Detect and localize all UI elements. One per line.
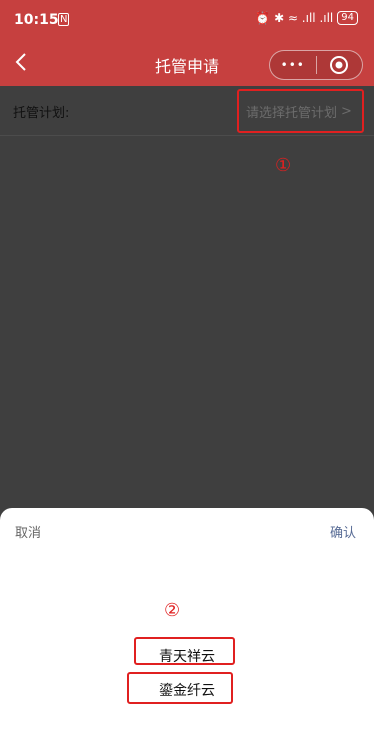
annotation-marker-1: ① <box>275 155 292 176</box>
annotation-marker-2: ② <box>164 600 181 621</box>
hosting-plan-label: 托管计划: <box>13 106 70 121</box>
annotation-box-option-1 <box>134 637 235 665</box>
status-time: 10:15 <box>14 12 59 28</box>
target-icon <box>330 56 349 74</box>
picker-sheet: 取消 确认 ② 青天祥云 鎏金纤云 <box>0 508 374 755</box>
confirm-button[interactable]: 确认 <box>330 522 356 541</box>
nfc-icon: N <box>58 13 70 26</box>
annotation-box-plan <box>237 89 364 133</box>
annotation-box-option-2 <box>127 672 233 704</box>
signal-icons: ⏰ ✱ ≈ .ıll .ıll <box>255 11 334 25</box>
cancel-button[interactable]: 取消 <box>15 522 41 541</box>
more-icon: ••• <box>280 58 305 72</box>
status-icons: ⏰ ✱ ≈ .ıll .ıll 94 <box>255 11 358 25</box>
status-bar: 10:15 N ⏰ ✱ ≈ .ıll .ıll 94 <box>0 0 374 40</box>
nav-bar: 托管申请 ••• <box>0 40 374 86</box>
more-button[interactable]: ••• <box>270 51 316 79</box>
close-mini-program-button[interactable] <box>316 51 362 79</box>
mini-program-capsule: ••• <box>269 50 363 80</box>
battery-icon: 94 <box>337 11 358 25</box>
